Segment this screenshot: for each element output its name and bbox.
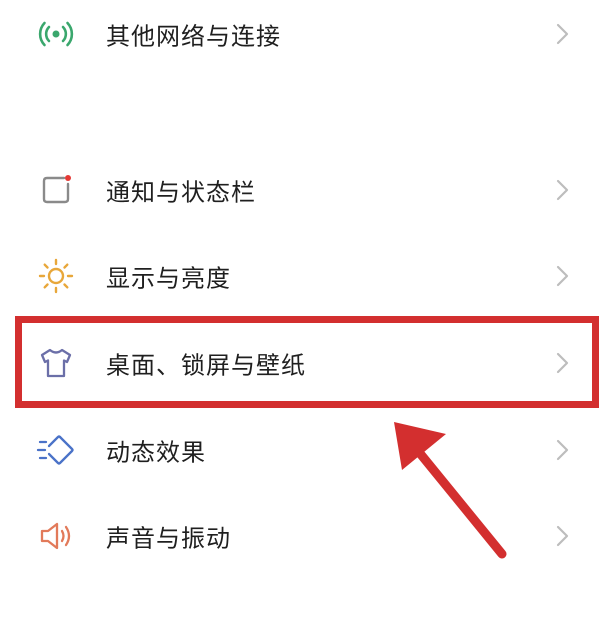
settings-item-sound-vibration[interactable]: 声音与振动: [0, 496, 612, 576]
sun-icon: [36, 256, 76, 296]
chevron-right-icon: [552, 22, 572, 46]
notification-square-icon: [36, 170, 76, 210]
settings-item-label: 其他网络与连接: [106, 22, 281, 51]
annotation-arrow-icon: [380, 418, 520, 564]
chevron-right-icon: [552, 524, 572, 548]
settings-item-label: 通知与状态栏: [106, 178, 256, 207]
settings-item-notifications[interactable]: 通知与状态栏: [0, 150, 612, 230]
highlight-box: [15, 316, 599, 408]
chevron-right-icon: [552, 264, 572, 288]
chevron-right-icon: [552, 178, 572, 202]
settings-item-other-networks[interactable]: 其他网络与连接: [0, 0, 612, 74]
settings-item-label: 声音与振动: [106, 524, 231, 553]
settings-item-display-brightness[interactable]: 显示与亮度: [0, 236, 612, 316]
settings-item-label: 动态效果: [106, 438, 206, 467]
settings-item-motion-effects[interactable]: 动态效果: [0, 410, 612, 490]
signal-waves-icon: [36, 14, 76, 54]
settings-item-label: 显示与亮度: [106, 264, 231, 293]
motion-effects-icon: [36, 430, 76, 470]
settings-screen: { "settings_list": { "items": [ {"label"…: [0, 0, 612, 624]
speaker-icon: [36, 516, 76, 556]
chevron-right-icon: [552, 438, 572, 462]
